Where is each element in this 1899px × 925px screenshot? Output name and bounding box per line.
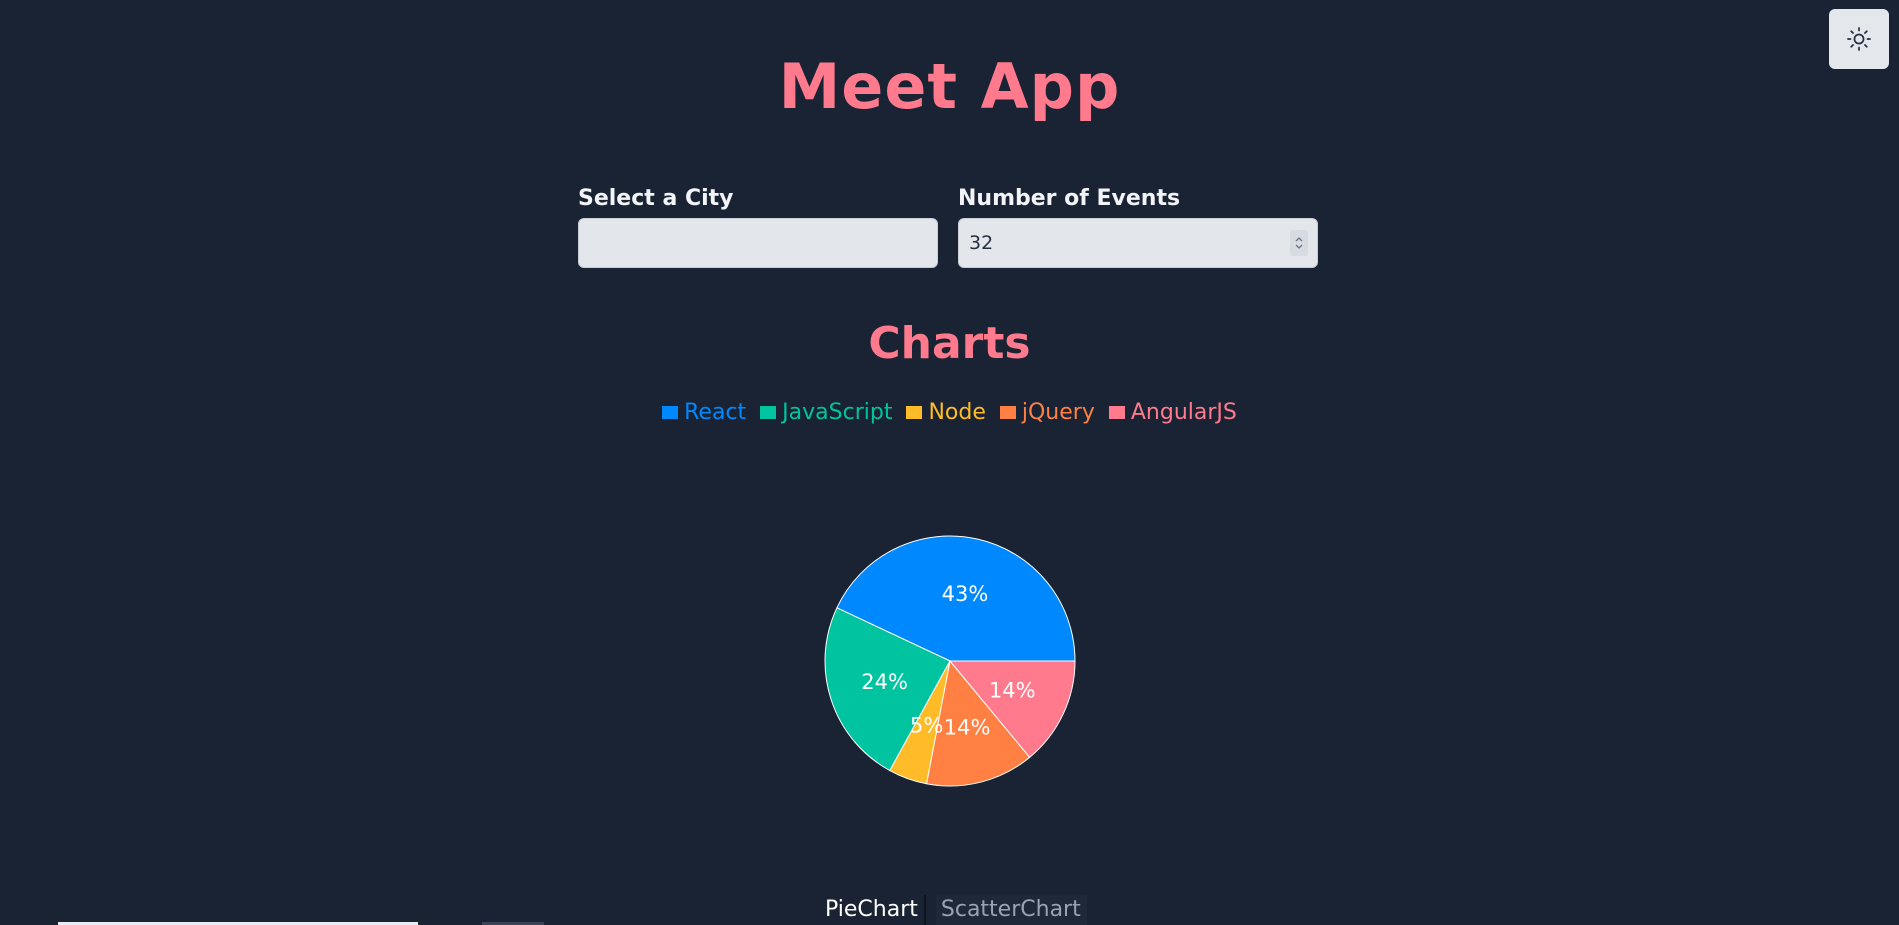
legend-label: React <box>684 400 747 425</box>
legend-swatch <box>906 406 923 419</box>
legend-item[interactable]: React <box>662 400 746 425</box>
pie-slice-label: 14% <box>989 678 1036 702</box>
legend-swatch <box>1108 406 1125 419</box>
legend-label: Node <box>928 400 986 425</box>
events-field: Number of Events <box>958 184 1318 268</box>
legend-item[interactable]: JavaScript <box>760 400 892 425</box>
events-input-wrapper <box>958 218 1318 268</box>
pie-chart: 43%24%5% 14%14% <box>824 535 1076 787</box>
number-of-events-input[interactable] <box>958 218 1318 268</box>
chart-tabs: PieChart ScatterChart <box>820 895 1087 925</box>
pie-slice-label: 24% <box>861 670 908 694</box>
charts-heading: Charts <box>868 318 1031 369</box>
number-stepper[interactable] <box>1290 230 1308 256</box>
tab-piechart[interactable]: PieChart <box>820 895 926 925</box>
pie-slice-label: 5% <box>910 714 943 738</box>
legend-swatch <box>662 406 679 419</box>
city-label: Select a City <box>578 186 734 211</box>
app-title: Meet App <box>778 50 1121 123</box>
pie-slice-label: 14% <box>944 716 991 740</box>
legend-item[interactable]: AngularJS <box>1108 400 1237 425</box>
legend-label: jQuery <box>1021 400 1095 425</box>
legend-item[interactable]: Node <box>906 400 986 425</box>
stepper-arrows-icon <box>1295 237 1303 249</box>
tab-scatterchart[interactable]: ScatterChart <box>935 895 1087 925</box>
legend-swatch <box>999 406 1016 419</box>
legend-swatch <box>760 406 777 419</box>
legend-item[interactable]: jQuery <box>999 400 1095 425</box>
events-label: Number of Events <box>958 186 1181 211</box>
city-search-input[interactable] <box>578 218 938 268</box>
chart-legend: React JavaScript Node jQuery AngularJS <box>0 400 1899 425</box>
sun-icon <box>1847 27 1871 51</box>
city-field: Select a City <box>578 184 938 268</box>
pie-slice-label: 43% <box>942 582 989 606</box>
legend-label: JavaScript <box>782 400 893 425</box>
legend-label: AngularJS <box>1130 400 1237 425</box>
app-root: Meet App Select a City Number of Events … <box>0 0 1899 925</box>
